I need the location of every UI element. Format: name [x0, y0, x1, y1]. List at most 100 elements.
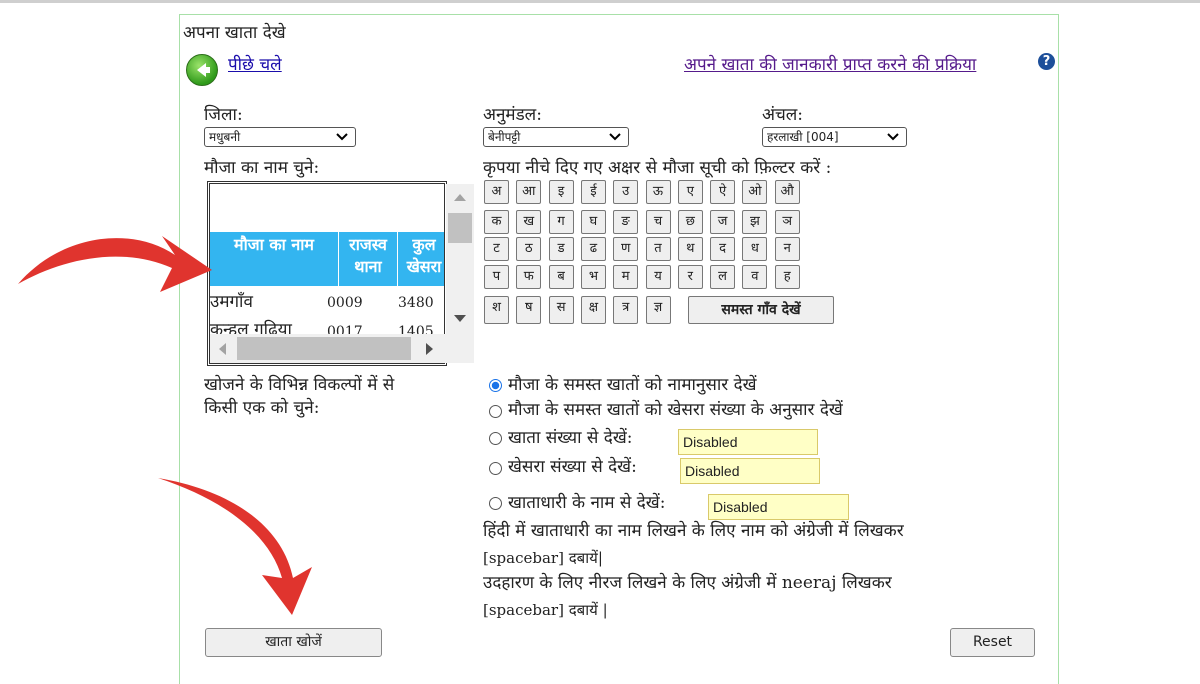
- chevron-down-icon: [609, 133, 621, 141]
- letter-key[interactable]: प: [484, 265, 509, 289]
- khesra-number-input[interactable]: Disabled: [680, 458, 820, 484]
- subdivision-select[interactable]: बेनीपट्टी: [483, 127, 629, 147]
- top-divider: [0, 0, 1200, 3]
- letter-key[interactable]: फ: [516, 265, 542, 289]
- letter-key[interactable]: ट: [484, 237, 509, 261]
- option-by-khesra-list: मौजा के समस्त खातों को खेसरा संख्या के अ…: [508, 400, 843, 420]
- all-villages-button[interactable]: समस्त गाँव देखें: [688, 296, 834, 324]
- subdivision-label: अनुमंडल:: [483, 105, 542, 125]
- option-by-owner-name: खाताधारी के नाम से देखें:: [508, 493, 666, 513]
- letter-key[interactable]: ब: [548, 265, 574, 289]
- letter-key[interactable]: च: [645, 210, 671, 234]
- scroll-right-icon[interactable]: [425, 342, 435, 356]
- letter-key[interactable]: अ: [484, 180, 509, 204]
- help-line-1: हिंदी में खाताधारी का नाम लिखने के लिए न…: [483, 521, 904, 541]
- options-label-line2: किसी एक को चुने:: [204, 398, 320, 418]
- letter-key[interactable]: स: [548, 296, 574, 324]
- letter-key[interactable]: ऐ: [710, 180, 736, 204]
- help-line-4: [spacebar] दबायें |: [483, 601, 608, 619]
- circle-select-value: हरलाखी [004]: [767, 130, 839, 144]
- letter-key[interactable]: श: [484, 296, 509, 324]
- column-header-thana: राजस्व थाना: [339, 232, 397, 286]
- letter-key[interactable]: ख: [516, 210, 542, 234]
- letter-key[interactable]: ध: [742, 237, 768, 261]
- letter-key[interactable]: क्ष: [580, 296, 606, 324]
- letter-key[interactable]: ई: [580, 180, 606, 204]
- circle-label: अंचल:: [762, 105, 804, 125]
- letter-key[interactable]: म: [613, 265, 639, 289]
- letter-key[interactable]: क: [484, 210, 509, 234]
- letter-key[interactable]: द: [710, 237, 736, 261]
- letter-key[interactable]: ढ: [580, 237, 606, 261]
- letter-key[interactable]: त: [645, 237, 671, 261]
- radio-by-name[interactable]: [489, 379, 502, 392]
- radio-by-khesra-list[interactable]: [489, 405, 502, 418]
- scroll-down-icon[interactable]: [453, 314, 467, 324]
- scroll-up-icon[interactable]: [453, 192, 467, 202]
- page-heading: अपना खाता देखे: [183, 23, 286, 43]
- scroll-thumb[interactable]: [237, 337, 411, 360]
- filter-label: कृपया नीचे दिए गए अक्षर से मौजा सूची को …: [483, 158, 832, 178]
- letter-key[interactable]: ज: [710, 210, 736, 234]
- letter-key[interactable]: घ: [580, 210, 606, 234]
- letter-key[interactable]: ओ: [742, 180, 768, 204]
- radio-by-owner-name[interactable]: [489, 497, 502, 510]
- letter-key[interactable]: ठ: [516, 237, 542, 261]
- radio-by-khata-number[interactable]: [489, 432, 502, 445]
- vertical-scrollbar[interactable]: [446, 184, 474, 334]
- letter-key[interactable]: उ: [613, 180, 639, 204]
- letter-key[interactable]: भ: [580, 265, 606, 289]
- letter-key[interactable]: ऊ: [645, 180, 671, 204]
- district-select[interactable]: मधुबनी: [204, 127, 356, 147]
- reset-button[interactable]: Reset: [950, 628, 1035, 657]
- letter-key[interactable]: ए: [677, 180, 703, 204]
- letter-key[interactable]: ल: [710, 265, 736, 289]
- help-line-2: [spacebar] दबायें|: [483, 549, 603, 567]
- help-line-3: उदहारण के लिए नीरज लिखने के लिए अंग्रेजी…: [483, 573, 892, 593]
- letter-key[interactable]: ड: [548, 237, 574, 261]
- radio-by-khesra-number[interactable]: [489, 462, 502, 475]
- column-header-mauza: मौजा का नाम: [210, 232, 338, 286]
- row-mauza-name[interactable]: उमगाँव: [210, 291, 253, 313]
- letter-key[interactable]: ङ: [613, 210, 639, 234]
- letter-key[interactable]: न: [774, 237, 800, 261]
- options-label-line1: खोजने के विभिन्न विकल्पों में से: [204, 375, 395, 395]
- row-khesra: 3480: [398, 295, 434, 311]
- khata-number-input[interactable]: Disabled: [678, 429, 818, 455]
- option-by-khesra-number: खेसरा संख्या से देखें:: [508, 457, 637, 477]
- letter-key[interactable]: ग: [548, 210, 574, 234]
- letter-key[interactable]: त्र: [613, 296, 639, 324]
- option-by-name: मौजा के समस्त खातों को नामानुसार देखें: [508, 375, 757, 395]
- circle-select[interactable]: हरलाखी [004]: [762, 127, 907, 147]
- letter-key[interactable]: व: [742, 265, 768, 289]
- district-label: जिला:: [204, 105, 243, 125]
- letter-key[interactable]: थ: [677, 237, 703, 261]
- district-select-value: मधुबनी: [209, 130, 241, 144]
- letter-key[interactable]: औ: [774, 180, 800, 204]
- horizontal-scrollbar[interactable]: [210, 334, 474, 363]
- letter-key[interactable]: झ: [742, 210, 768, 234]
- letter-key[interactable]: इ: [548, 180, 574, 204]
- letter-key[interactable]: र: [677, 265, 703, 289]
- chevron-down-icon: [336, 133, 348, 141]
- letter-key[interactable]: ह: [774, 265, 800, 289]
- process-link[interactable]: अपने खाता की जानकारी प्राप्त करने की प्र…: [684, 54, 976, 76]
- owner-name-input[interactable]: Disabled: [708, 494, 849, 520]
- letter-key[interactable]: ञ: [774, 210, 800, 234]
- letter-key[interactable]: छ: [677, 210, 703, 234]
- back-arrow-icon[interactable]: [186, 54, 218, 86]
- letter-key[interactable]: आ: [516, 180, 542, 204]
- row-thana: 0009: [327, 295, 363, 311]
- back-link[interactable]: पीछे चले: [228, 54, 282, 76]
- chevron-down-icon: [887, 133, 899, 141]
- search-khata-button[interactable]: खाता खोजें: [205, 628, 382, 657]
- letter-key[interactable]: य: [645, 265, 671, 289]
- help-question-icon[interactable]: ?: [1038, 53, 1055, 70]
- letter-key[interactable]: ज्ञ: [645, 296, 671, 324]
- scroll-thumb[interactable]: [448, 213, 472, 243]
- scroll-left-icon[interactable]: [217, 342, 227, 356]
- subdivision-select-value: बेनीपट्टी: [488, 130, 521, 144]
- mauza-label: मौजा का नाम चुने:: [204, 158, 320, 178]
- letter-key[interactable]: ष: [516, 296, 542, 324]
- letter-key[interactable]: ण: [613, 237, 639, 261]
